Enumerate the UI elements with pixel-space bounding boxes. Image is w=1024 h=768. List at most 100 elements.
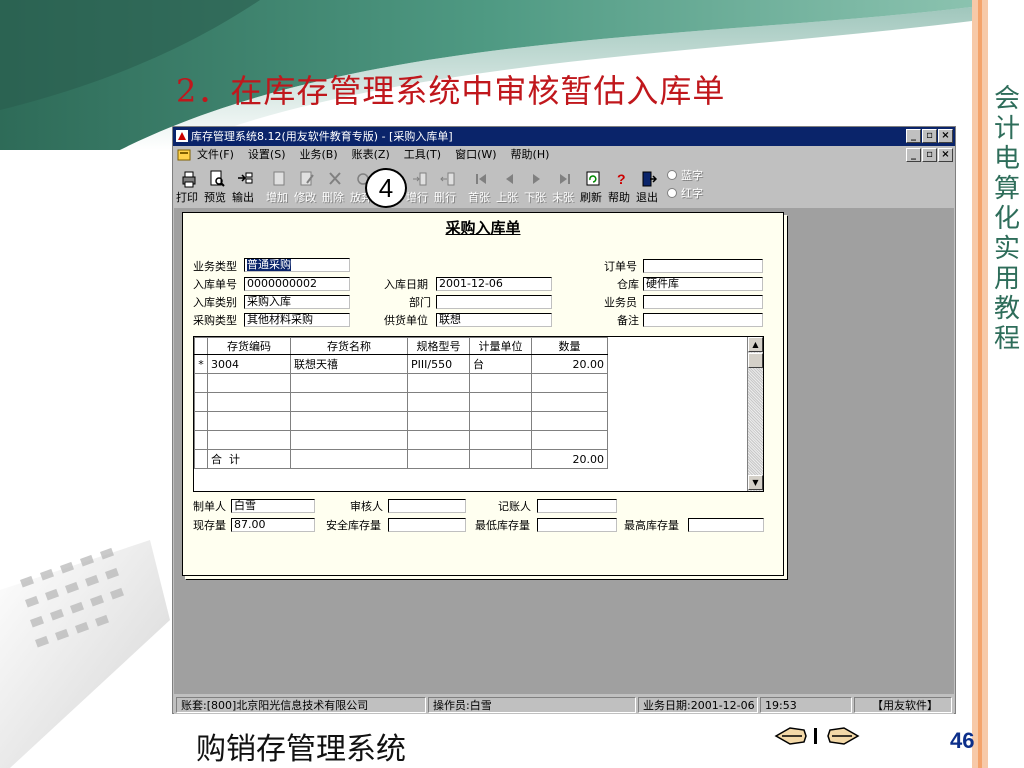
document-menu-icon[interactable]	[177, 148, 191, 162]
scroll-up-button[interactable]: ▲	[748, 337, 763, 352]
footer-title: 购销存管理系统	[196, 732, 406, 767]
table-row[interactable]	[194, 411, 608, 431]
mdi-minimize-button[interactable]: _	[906, 148, 921, 162]
receipt-date-label: 入库日期	[384, 278, 428, 291]
print-button[interactable]: 打印	[175, 165, 203, 205]
cell-spec[interactable]: PIII/550	[407, 354, 470, 374]
cell-unit[interactable]: 台	[469, 354, 532, 374]
maximize-button[interactable]: ▫	[922, 129, 937, 143]
radio-circle	[667, 170, 677, 180]
close-button[interactable]: ×	[938, 129, 953, 143]
first-record-button[interactable]: 首张	[467, 165, 495, 205]
refresh-button[interactable]: 刷新	[579, 165, 607, 205]
department-field[interactable]	[436, 295, 552, 309]
window-titlebar[interactable]: 库存管理系统8.12(用友软件教育专版) - [采购入库单]	[173, 127, 955, 146]
cell-name[interactable]: 联想天禧	[290, 354, 408, 374]
empty-cell[interactable]	[207, 373, 291, 393]
empty-cell[interactable]	[469, 373, 532, 393]
maker-field[interactable]: 白雪	[231, 499, 315, 513]
bookkeeper-field[interactable]	[537, 499, 617, 513]
minimize-button[interactable]: _	[906, 129, 921, 143]
cell-code[interactable]: 3004	[207, 354, 291, 374]
col-header-code[interactable]: 存货编码	[207, 337, 291, 355]
menu-file[interactable]: 文件(F)	[197, 146, 234, 164]
red-text-radio[interactable]: 红字	[667, 185, 703, 203]
help-button[interactable]: ? 帮助	[607, 165, 635, 205]
last-record-button[interactable]: 末张	[551, 165, 579, 205]
receipt-no-label: 入库单号	[193, 278, 237, 291]
add-button[interactable]: 增加	[265, 165, 293, 205]
empty-cell[interactable]	[407, 411, 470, 431]
salesman-field[interactable]	[643, 295, 763, 309]
empty-cell[interactable]	[469, 430, 532, 450]
empty-cell[interactable]	[207, 392, 291, 412]
empty-cell[interactable]	[290, 373, 408, 393]
menu-business[interactable]: 业务(B)	[300, 146, 338, 164]
empty-cell[interactable]	[469, 392, 532, 412]
table-row[interactable]	[194, 430, 608, 450]
supplier-field[interactable]: 联想	[436, 313, 552, 327]
export-button[interactable]: 输出	[231, 165, 259, 205]
toolbar: 打印 预览 输出 增加 修改 删除 放弃 审核	[175, 165, 703, 207]
mdi-close-button[interactable]: ×	[938, 148, 953, 162]
next-record-button[interactable]: 下张	[523, 165, 551, 205]
empty-cell[interactable]	[531, 392, 608, 412]
mdi-restore-button[interactable]: ▫	[922, 148, 937, 162]
exit-button[interactable]: 退出	[635, 165, 663, 205]
empty-cell[interactable]	[531, 430, 608, 450]
receipt-date-field[interactable]: 2001-12-06	[436, 277, 552, 291]
delete-row-button[interactable]: 删行	[433, 165, 461, 205]
scroll-down-button[interactable]: ▼	[748, 475, 763, 490]
empty-cell[interactable]	[290, 411, 408, 431]
empty-cell[interactable]	[290, 392, 408, 412]
menu-reports[interactable]: 账表(Z)	[352, 146, 390, 164]
remark-field[interactable]	[643, 313, 763, 327]
table-row[interactable]: * 3004 联想天禧 PIII/550 台 20.00	[194, 354, 608, 374]
order-no-field[interactable]	[643, 259, 763, 273]
prev-slide-hand-icon[interactable]	[774, 727, 807, 745]
empty-cell[interactable]	[407, 392, 470, 412]
receipt-category-field[interactable]: 采购入库	[244, 295, 350, 309]
prev-record-button[interactable]: 上张	[495, 165, 523, 205]
next-slide-hand-icon[interactable]	[827, 727, 860, 745]
svg-text:?: ?	[617, 171, 626, 187]
table-row[interactable]	[194, 373, 608, 393]
blue-text-radio[interactable]: 蓝字	[667, 167, 703, 185]
scroll-thumb[interactable]	[748, 353, 763, 368]
menu-settings[interactable]: 设置(S)	[248, 146, 286, 164]
empty-cell[interactable]	[407, 373, 470, 393]
preview-button[interactable]: 预览	[203, 165, 231, 205]
empty-cell[interactable]	[407, 430, 470, 450]
col-header-spec[interactable]: 规格型号	[407, 337, 470, 355]
empty-cell[interactable]	[207, 430, 291, 450]
delete-button[interactable]: 删除	[321, 165, 349, 205]
min-stock-field[interactable]	[537, 518, 617, 532]
menu-window[interactable]: 窗口(W)	[455, 146, 496, 164]
safety-stock-field[interactable]	[388, 518, 466, 532]
purchase-type-field[interactable]: 其他材料采购	[244, 313, 350, 327]
empty-cell[interactable]	[207, 411, 291, 431]
edit-button[interactable]: 修改	[293, 165, 321, 205]
business-type-field[interactable]: 普通采购	[244, 258, 350, 272]
export-icon	[238, 172, 253, 184]
grid-vertical-scrollbar[interactable]: ▲ ▼	[747, 337, 763, 491]
col-header-qty[interactable]: 数量	[531, 337, 608, 355]
empty-cell[interactable]	[290, 430, 408, 450]
max-stock-field[interactable]	[688, 518, 764, 532]
empty-cell[interactable]	[531, 411, 608, 431]
empty-cell[interactable]	[469, 411, 532, 431]
status-bar: 账套:[800]北京阳光信息技术有限公司 操作员:白雪 业务日期:2001-12…	[174, 696, 954, 714]
current-stock-field[interactable]: 87.00	[231, 518, 315, 532]
col-header-unit[interactable]: 计量单位	[469, 337, 532, 355]
warehouse-field[interactable]: 硬件库	[643, 277, 763, 291]
insert-row-button[interactable]: 增行	[405, 165, 433, 205]
col-header-name[interactable]: 存货名称	[290, 337, 408, 355]
table-row[interactable]	[194, 392, 608, 412]
cell-qty[interactable]: 20.00	[531, 354, 608, 374]
menu-tools[interactable]: 工具(T)	[404, 146, 441, 164]
receipt-no-field[interactable]: 0000000002	[244, 277, 350, 291]
row-marker	[194, 411, 208, 431]
auditor-field[interactable]	[388, 499, 466, 513]
menu-help[interactable]: 帮助(H)	[511, 146, 550, 164]
empty-cell[interactable]	[531, 373, 608, 393]
